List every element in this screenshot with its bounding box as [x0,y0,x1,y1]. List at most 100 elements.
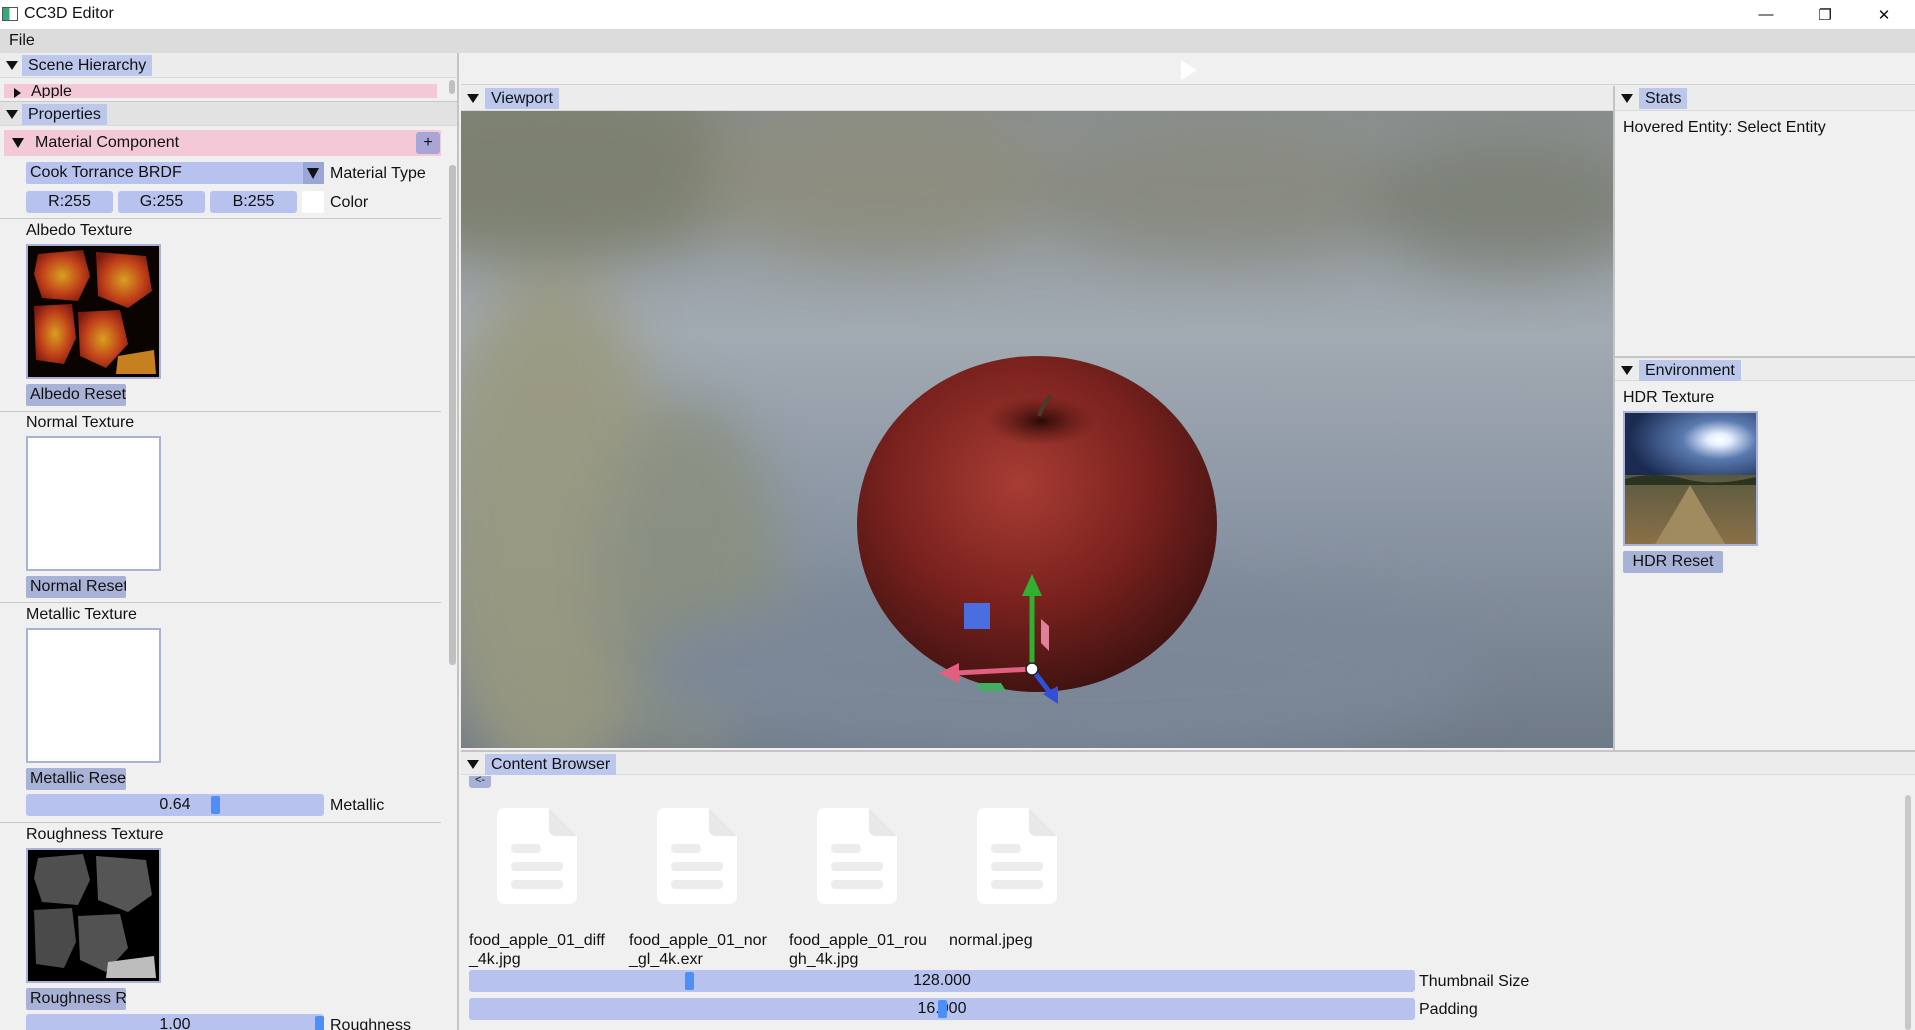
metallic-value: 0.64 [159,796,191,813]
roughness-slider[interactable]: 1.00 [26,1014,324,1030]
roughness-reset-button[interactable]: Roughness Reset [26,988,126,1010]
hierarchy-scrollbar[interactable] [449,80,455,94]
properties-title: Properties [22,104,107,125]
collapse-arrow-icon[interactable] [467,94,479,103]
hdr-texture-thumbnail[interactable] [1623,411,1758,546]
environment-header[interactable]: Environment [1615,356,1915,381]
viewport-title: Viewport [485,88,559,109]
thumbnail-size-slider[interactable]: 128.000 [469,970,1415,992]
file-item[interactable]: food_apple_01_rough_4k.jpg [781,808,931,978]
albedo-texture-image [34,250,156,374]
color-swatch[interactable] [302,191,324,213]
back-button[interactable]: <- [469,776,491,788]
app-icon [2,7,18,21]
file-name: food_apple_01_diff_4k.jpg [469,932,605,968]
stats-title: Stats [1639,88,1688,109]
normal-texture-thumbnail[interactable] [26,436,161,571]
content-browser-scrollbar[interactable] [1905,795,1911,1030]
metallic-slider[interactable]: 0.64 [26,794,324,816]
left-panel: Scene Hierarchy Apple Properties Materia… [0,53,459,1030]
file-icon [817,808,897,904]
divider [0,602,441,603]
collapse-arrow-icon[interactable] [467,760,479,769]
color-g-field[interactable]: G:255 [118,191,205,213]
metallic-texture-thumbnail[interactable] [26,628,161,763]
viewport-scene [461,111,1614,748]
material-type-label: Material Type [330,165,426,182]
collapse-arrow-icon[interactable] [12,138,24,148]
stats-header[interactable]: Stats [1615,86,1915,111]
roughness-value: 1.00 [159,1016,191,1030]
menu-bar: File [0,29,1915,53]
collapse-arrow-icon[interactable] [6,110,18,119]
minimize-button[interactable]: — [1737,0,1795,29]
content-browser-panel: <- food_apple_01_diff_4k.jpg food_apple_… [461,776,1915,1030]
file-name: normal.jpeg [949,932,1033,949]
restore-icon: ❐ [1818,6,1832,24]
properties-scrollbar[interactable] [449,165,456,665]
content-browser-header[interactable]: Content Browser [461,750,1915,775]
albedo-texture-label: Albedo Texture [26,222,133,239]
hdr-reset-button[interactable]: HDR Reset [1623,551,1723,573]
window-title: CC3D Editor [24,5,114,22]
properties-header[interactable]: Properties [0,101,457,126]
environment-title: Environment [1639,360,1741,381]
close-icon: ✕ [1877,6,1891,24]
file-item[interactable]: food_apple_01_nor_gl_4k.exr [621,808,771,978]
normal-texture-label: Normal Texture [26,414,135,431]
albedo-reset-button[interactable]: Albedo Reset [26,384,126,406]
hdr-texture-label: HDR Texture [1623,389,1715,406]
padding-slider-handle[interactable] [938,1000,947,1018]
divider [0,822,441,823]
restore-button[interactable]: ❐ [1796,0,1854,29]
viewport-render[interactable] [461,111,1614,748]
thumbnail-size-slider-handle[interactable] [685,972,694,990]
roughness-texture-label: Roughness Texture [26,826,164,843]
expand-arrow-icon[interactable] [14,88,21,98]
file-icon [977,808,1057,904]
roughness-label: Roughness [330,1017,411,1030]
viewport-header[interactable]: Viewport [461,86,1614,111]
collapse-arrow-icon[interactable] [6,61,18,70]
file-icon [497,808,577,904]
play-icon[interactable] [1181,60,1197,80]
thumbnail-size-label: Thumbnail Size [1419,973,1530,990]
material-type-dropdown[interactable]: Cook Torrance BRDF [26,162,324,184]
albedo-texture-thumbnail[interactable] [26,244,161,379]
material-component-header[interactable]: Material Component [4,130,441,156]
metallic-label: Metallic [330,797,385,814]
add-component-button[interactable]: + [416,132,440,154]
hdr-texture-image [1625,413,1756,544]
collapse-arrow-icon[interactable] [1621,366,1633,375]
hierarchy-item-label: Apple [31,84,72,98]
stats-panel: Hovered Entity: Select Entity [1615,111,1915,356]
collapse-arrow-icon[interactable] [1621,94,1633,103]
menu-file[interactable]: File [9,32,35,50]
file-name: food_apple_01_nor_gl_4k.exr [629,932,767,968]
chevron-down-icon [307,168,319,179]
normal-reset-button[interactable]: Normal Reset [26,576,126,598]
scene-hierarchy-title: Scene Hierarchy [22,55,153,76]
hovered-entity-text: Hovered Entity: Select Entity [1623,119,1826,136]
material-type-value: Cook Torrance BRDF [30,164,182,181]
file-icon [657,808,737,904]
file-item[interactable]: food_apple_01_diff_4k.jpg [461,808,611,978]
roughness-texture-thumbnail[interactable] [26,848,161,983]
minimize-icon: — [1758,6,1774,23]
padding-slider[interactable]: 16.000 [469,998,1415,1020]
padding-label: Padding [1419,1001,1478,1018]
color-b-field[interactable]: B:255 [210,191,297,213]
hierarchy-item-apple[interactable]: Apple [4,84,437,98]
dropdown-arrow-box[interactable] [303,162,324,184]
environment-panel: HDR Texture HDR Reset [1615,382,1915,750]
color-label: Color [330,194,369,211]
metallic-texture-label: Metallic Texture [26,606,137,623]
file-item[interactable]: normal.jpeg [941,808,1091,978]
metallic-reset-button[interactable]: Metallic Reset [26,768,126,790]
scene-hierarchy-header[interactable]: Scene Hierarchy [0,53,457,78]
metallic-slider-handle[interactable] [211,796,220,814]
roughness-slider-handle[interactable] [315,1016,324,1030]
close-button[interactable]: ✕ [1855,0,1913,29]
color-r-field[interactable]: R:255 [26,191,113,213]
roughness-texture-image [34,854,156,978]
